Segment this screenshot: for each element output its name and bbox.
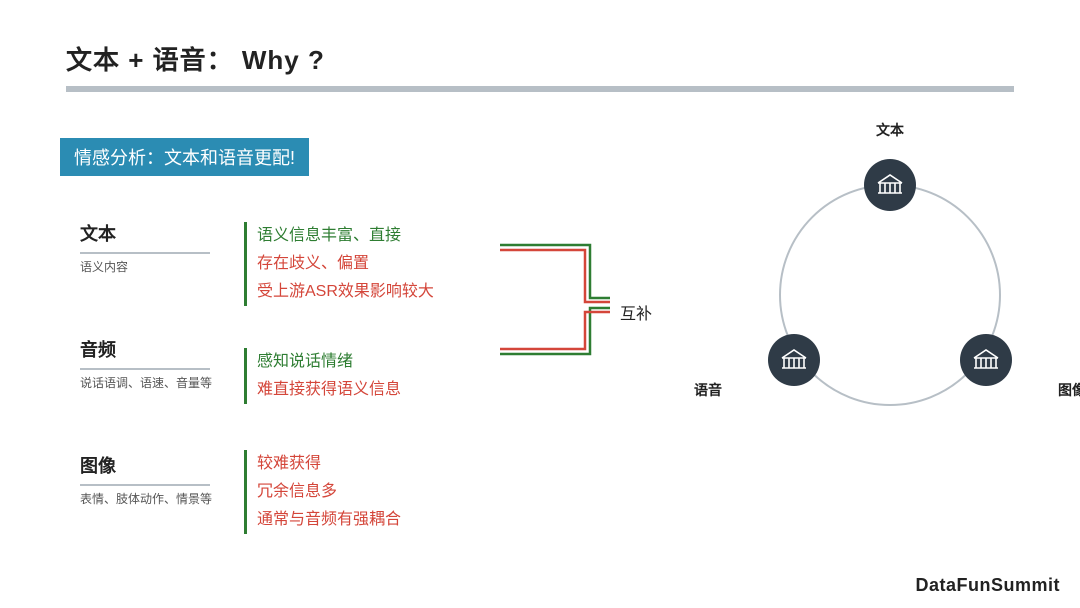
footer-brand: DataFunSummit	[915, 575, 1060, 596]
graph-label-audio: 语音	[694, 380, 722, 400]
modality-graph: 文本 语音 图像	[740, 130, 1040, 430]
features-image: 较难获得 冗余信息多 通常与音频有强耦合	[244, 450, 524, 534]
block-image-rule	[80, 484, 210, 486]
complement-label: 互补	[620, 300, 652, 324]
node-text	[864, 159, 916, 211]
feat-image-con3: 通常与音频有强耦合	[257, 506, 524, 534]
complement-bracket	[480, 230, 620, 370]
title-underline	[66, 86, 1014, 92]
feat-image-con2: 冗余信息多	[257, 478, 524, 506]
graph-label-text: 文本	[876, 120, 904, 140]
slide-title: 文本 + 语音： Why ?	[66, 40, 325, 77]
block-audio-rule	[80, 368, 210, 370]
node-audio	[768, 334, 820, 386]
feat-image-con1: 较难获得	[257, 450, 524, 478]
badge-sentiment: 情感分析：文本和语音更配!	[60, 138, 309, 176]
graph-label-image: 图像	[1058, 380, 1080, 400]
node-image	[960, 334, 1012, 386]
feat-audio-con1: 难直接获得语义信息	[257, 376, 524, 404]
block-text-rule	[80, 252, 210, 254]
